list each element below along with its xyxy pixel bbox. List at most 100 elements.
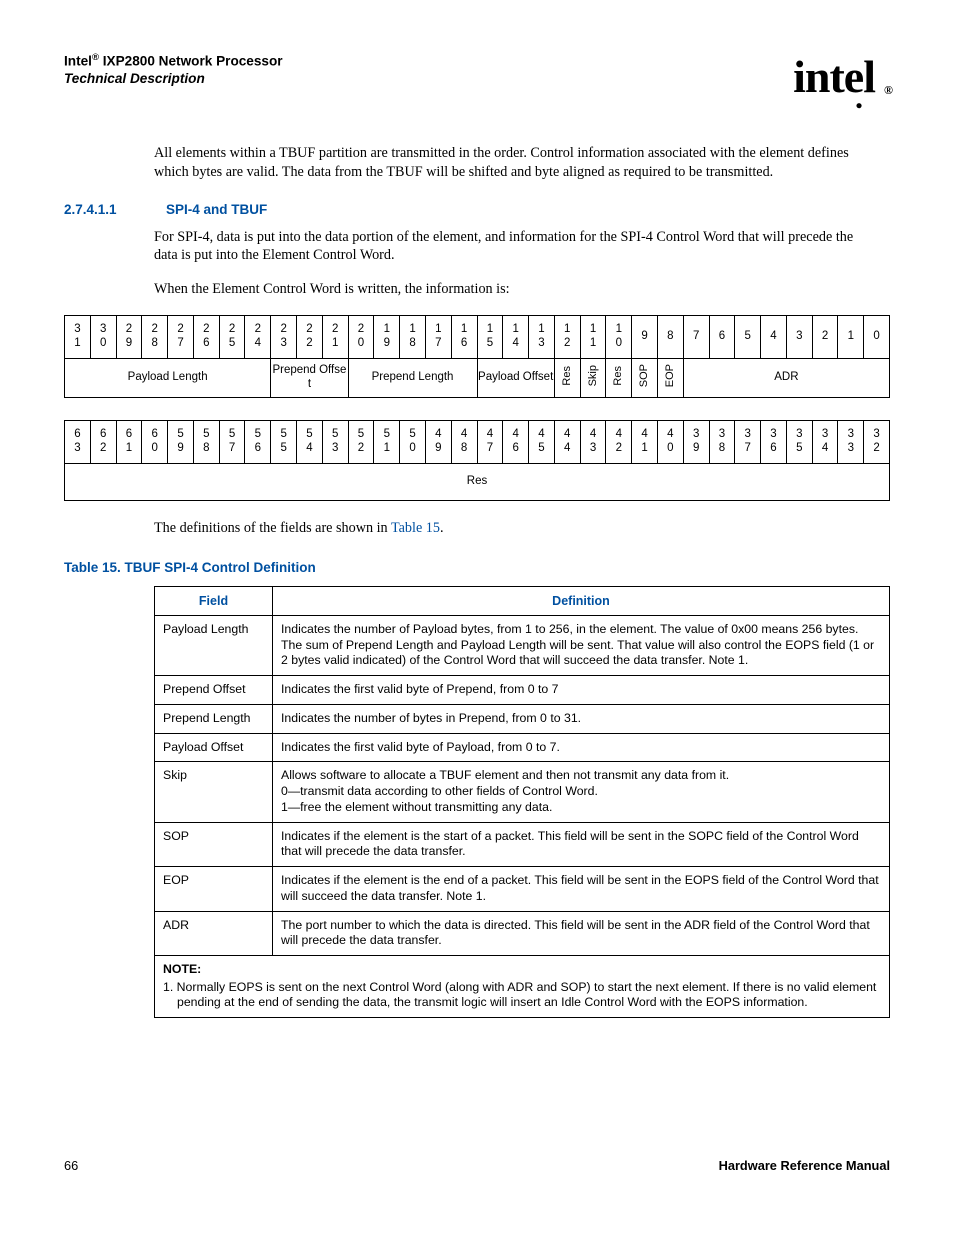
bit-header-cell: 23 [271,315,297,358]
bit-header-cell: 40 [657,420,683,463]
section-title: SPI-4 and TBUF [166,201,267,218]
intel-logo: intel.® [793,48,890,112]
doc-title-block: Intel® IXP2800 Network Processor Technic… [64,52,283,87]
bit-header-cell: 60 [142,420,168,463]
bitfield-cell: Skip [580,358,606,397]
note-body: 1. Normally EOPS is sent on the next Con… [163,980,881,1011]
field-def-cell: Indicates the number of Payload bytes, f… [273,615,890,675]
bit-header-cell: 50 [400,420,426,463]
after-bits-text: The definitions of the fields are shown … [154,519,880,537]
table-row: EOPIndicates if the element is the end o… [155,867,890,911]
bit-header-cell: 54 [297,420,323,463]
bit-header-cell: 17 [425,315,451,358]
bit-header-cell: 43 [580,420,606,463]
table-row: Prepend LengthIndicates the number of by… [155,704,890,733]
bit-header-cell: 30 [90,315,116,358]
table-row: SOPIndicates if the element is the start… [155,822,890,866]
bit-header-cell: 8 [657,315,683,358]
bit-header-cell: 46 [503,420,529,463]
bitfield-cell: Prepend Offset [271,358,348,397]
bit-header-cell: 37 [735,420,761,463]
bit-header-cell: 20 [348,315,374,358]
bitfield-cell: ADR [683,358,889,397]
bit-header-cell: 33 [838,420,864,463]
page-number: 66 [64,1158,78,1174]
field-name-cell: Prepend Offset [155,676,273,705]
table-row: Payload LengthIndicates the number of Pa… [155,615,890,675]
bit-header-cell: 55 [271,420,297,463]
bit-header-cell: 26 [193,315,219,358]
table-row: SkipAllows software to allocate a TBUF e… [155,762,890,822]
bit-header-cell: 15 [477,315,503,358]
bit-header-cell: 13 [529,315,555,358]
table-row: Prepend OffsetIndicates the first valid … [155,676,890,705]
bit-header-cell: 38 [709,420,735,463]
table15-head-def: Definition [273,586,890,615]
bitfield-table-1: 3130292827262524232221201918171615141312… [64,315,890,398]
bit-header-cell: 16 [451,315,477,358]
footer-title: Hardware Reference Manual [719,1158,890,1174]
bit-header-cell: 51 [374,420,400,463]
bit-header-cell: 27 [168,315,194,358]
field-name-cell: ADR [155,911,273,955]
section-heading: 2.7.4.1.1 SPI-4 and TBUF [64,201,890,218]
doc-title-line1: Intel® IXP2800 Network Processor [64,52,283,70]
bitfield-cell: Prepend Length [348,358,477,397]
page-header: Intel® IXP2800 Network Processor Technic… [64,52,890,116]
bit-header-cell: 2 [812,315,838,358]
bit-header-cell: 44 [554,420,580,463]
bit-header-cell: 59 [168,420,194,463]
bit-header-cell: 29 [116,315,142,358]
bit-header-cell: 7 [683,315,709,358]
bit-header-cell: 9 [632,315,658,358]
bit-header-cell: 42 [606,420,632,463]
bit-header-cell: 21 [322,315,348,358]
bitfield-table-1-wrapper: 3130292827262524232221201918171615141312… [64,315,890,398]
table-note-cell: NOTE: 1. Normally EOPS is sent on the nex… [155,955,890,1017]
field-def-cell: Indicates the number of bytes in Prepend… [273,704,890,733]
bit-header-cell: 53 [322,420,348,463]
bit-header-cell: 12 [554,315,580,358]
bit-header-cell: 24 [245,315,271,358]
table15-caption: Table 15. TBUF SPI-4 Control Definition [64,559,890,576]
after-bits-b: . [440,520,444,536]
bit-header-cell: 18 [400,315,426,358]
table-xref[interactable]: Table 15 [391,520,440,536]
bit-header-cell: 4 [761,315,787,358]
bit-header-cell: 6 [709,315,735,358]
bitfield-cell: Res [606,358,632,397]
brand-name: Intel [64,54,92,69]
bit-header-cell: 35 [786,420,812,463]
bit-header-cell: 36 [761,420,787,463]
section-p1: For SPI-4, data is put into the data por… [154,228,880,264]
intro-paragraph: All elements within a TBUF partition are… [154,144,880,180]
bit-header-cell: 47 [477,420,503,463]
after-bits-a: The definitions of the fields are shown … [154,520,391,536]
bit-header-cell: 49 [425,420,451,463]
page-footer: 66 Hardware Reference Manual [64,1158,890,1174]
bit-header-cell: 32 [864,420,890,463]
bit-header-cell: 45 [529,420,555,463]
bit-header-cell: 28 [142,315,168,358]
field-def-cell: The port number to which the data is dir… [273,911,890,955]
table15-header-row: Field Definition [155,586,890,615]
bit-header-cell: 10 [606,315,632,358]
bit-header-cell: 34 [812,420,838,463]
bitfield-cell: Payload Offset [477,358,554,397]
registered-mark: ® [92,52,99,63]
bitfield-cell: Res [554,358,580,397]
logo-dot: . [855,79,862,115]
table15: Field Definition Payload LengthIndicates… [154,586,890,1018]
bitfield-cell: EOP [657,358,683,397]
bit-header-cell: 22 [297,315,323,358]
doc-title-line2: Technical Description [64,70,283,87]
field-name-cell: EOP [155,867,273,911]
bitfield-table-2-wrapper: 6362616059585756555453525150494847464544… [64,420,890,501]
field-def-cell: Indicates the first valid byte of Payloa… [273,733,890,762]
note-heading: NOTE: [163,962,881,978]
bit-header-cell: 14 [503,315,529,358]
bit-header-cell: 0 [864,315,890,358]
field-name-cell: SOP [155,822,273,866]
bit-header-cell: 62 [90,420,116,463]
bit-header-cell: 57 [219,420,245,463]
